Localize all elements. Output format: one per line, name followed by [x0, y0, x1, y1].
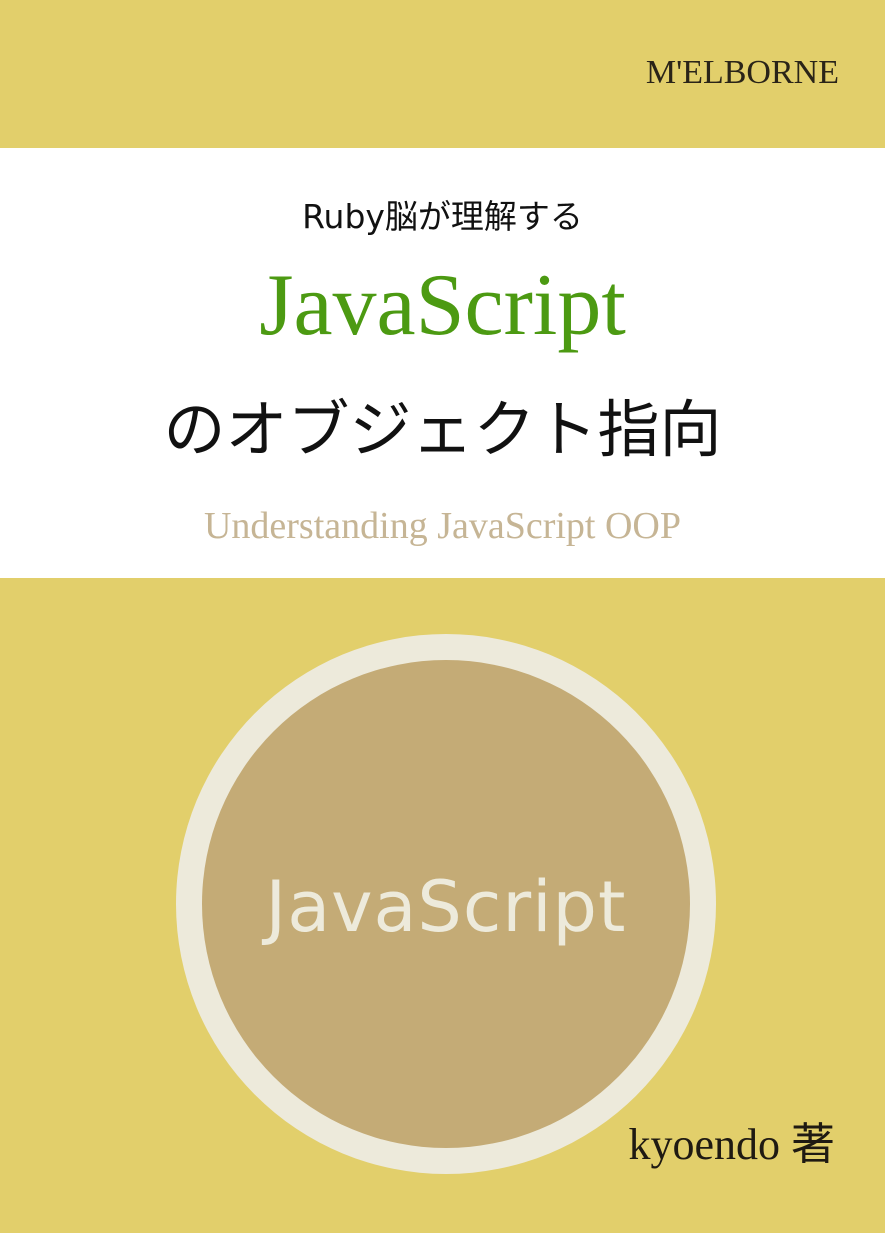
publisher-name: M'ELBORNE — [645, 54, 839, 91]
english-title: Understanding JavaScript OOP — [203, 505, 682, 547]
book-title: JavaScript — [259, 257, 626, 354]
javascript-badge: JavaScript — [176, 634, 716, 1174]
badge-inner-circle: JavaScript — [202, 660, 690, 1148]
title-suffix: のオブジェクト指向 — [163, 393, 722, 466]
subtitle-pre: Ruby脳が理解する — [302, 197, 583, 236]
badge-text: JavaScript — [265, 866, 627, 948]
author-credit: kyoendo 著 — [628, 1120, 835, 1169]
title-band: Ruby脳が理解する JavaScript のオブジェクト指向 Understa… — [0, 148, 885, 578]
top-band: M'ELBORNE — [0, 0, 885, 148]
